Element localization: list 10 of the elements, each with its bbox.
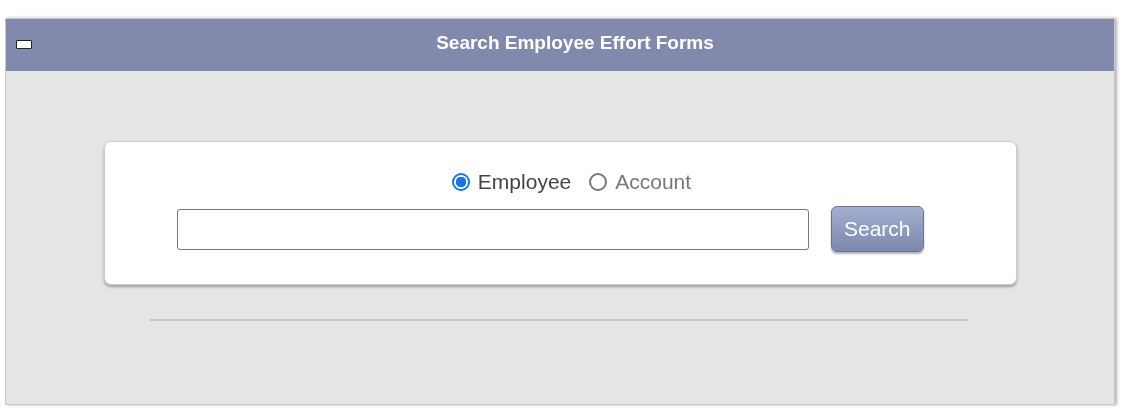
radio-option[interactable]: Account bbox=[589, 170, 692, 194]
radio-button[interactable] bbox=[589, 173, 608, 191]
minimize-icon[interactable] bbox=[16, 40, 32, 49]
search-field[interactable] bbox=[177, 208, 809, 250]
option-label: Account bbox=[615, 170, 692, 194]
window-title: Search Employee Effort Forms bbox=[435, 32, 715, 55]
search-button[interactable]: Search bbox=[831, 206, 924, 252]
radio-option[interactable]: Employee bbox=[451, 170, 572, 194]
option-label: Employee bbox=[477, 170, 572, 194]
radio-button[interactable] bbox=[451, 173, 470, 191]
